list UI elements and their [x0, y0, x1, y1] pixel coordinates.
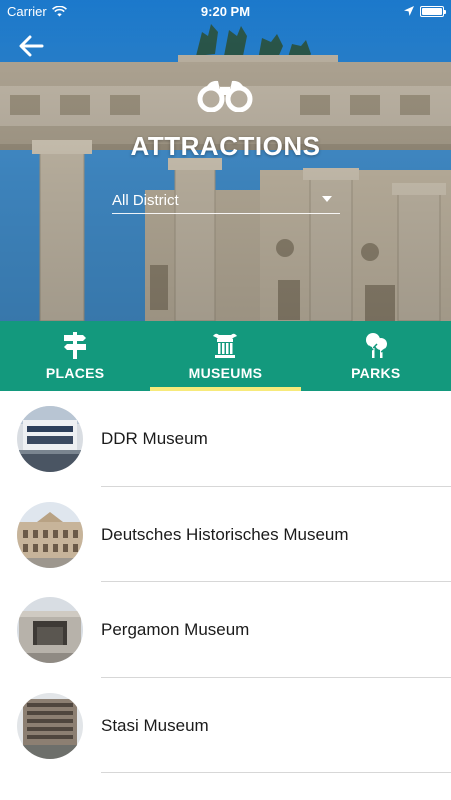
trees-icon: [365, 333, 387, 358]
battery-icon: [420, 5, 446, 17]
binoculars-icon: [197, 80, 253, 112]
carrier-label: Carrier: [7, 3, 47, 19]
tab-places-label: PLACES: [45, 365, 105, 381]
museum-name: Pergamon Museum: [101, 620, 250, 639]
category-tab-bar: PLACES MUSEUMS PARKS: [0, 321, 451, 391]
district-dropdown[interactable]: All District: [112, 188, 340, 214]
back-arrow-icon: [19, 35, 44, 57]
row-divider: [101, 772, 451, 773]
list-item[interactable]: Deutsches Historisches Museum: [0, 487, 451, 582]
tab-museums-label: MUSEUMS: [188, 365, 263, 381]
museum-icon: [213, 333, 238, 358]
tab-parks[interactable]: PARKS: [301, 321, 451, 391]
list-item[interactable]: Stasi Museum: [0, 678, 451, 773]
museum-list: DDR Museum Deutsches Historisches Museum: [0, 391, 451, 773]
tab-parks-label: PARKS: [351, 365, 401, 381]
location-arrow-icon: [404, 6, 414, 16]
status-time: 9:20 PM: [200, 3, 251, 19]
museum-thumbnail: [17, 501, 83, 568]
tab-places[interactable]: PLACES: [0, 321, 150, 391]
back-button[interactable]: [16, 32, 46, 60]
wifi-icon: [51, 5, 67, 16]
museum-thumbnail: [17, 406, 83, 472]
museum-name: Deutsches Historisches Museum: [101, 524, 349, 544]
tab-museums[interactable]: MUSEUMS: [150, 321, 301, 391]
status-bar: Carrier 9:20 PM: [0, 0, 451, 22]
list-item[interactable]: DDR Museum: [0, 391, 451, 487]
museum-thumbnail: [17, 597, 83, 663]
museum-thumbnail: [17, 692, 83, 759]
dropdown-caret-icon: [322, 196, 332, 202]
list-item[interactable]: Pergamon Museum: [0, 582, 451, 678]
page-title: ATTRACTIONS: [130, 131, 321, 161]
museum-name: Stasi Museum: [101, 715, 209, 735]
hero-banner: Carrier 9:20 PM ATTRACTIONS All District: [0, 0, 451, 321]
museum-name: DDR Museum: [101, 429, 208, 448]
signpost-icon: [64, 332, 87, 359]
district-selected-value: All District: [112, 192, 179, 209]
